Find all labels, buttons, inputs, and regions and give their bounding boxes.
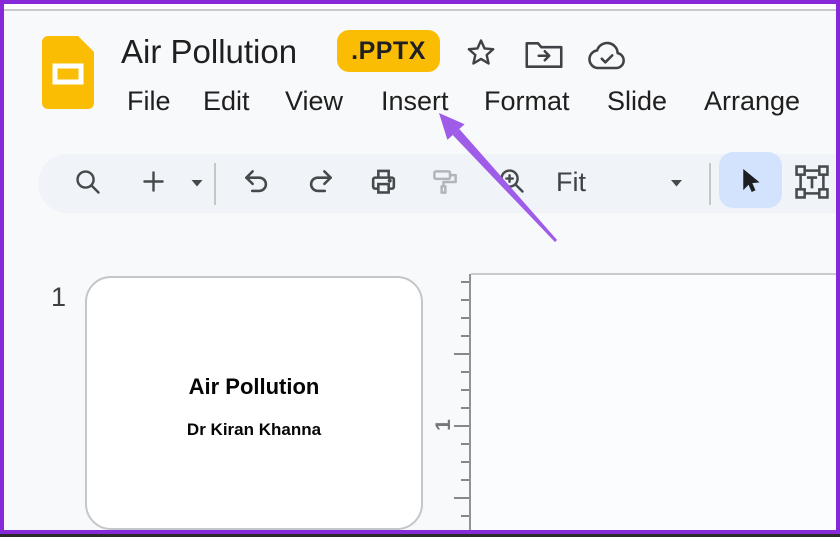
menu-file[interactable]: File [127,86,171,117]
ruler-minor-tick [461,389,469,391]
slide-number: 1 [51,282,66,313]
vertical-ruler-line [469,274,471,534]
menu-slide[interactable]: Slide [607,86,667,117]
paint-format-icon[interactable] [430,167,460,197]
move-to-folder-icon[interactable] [524,40,564,70]
zoom-in-icon[interactable] [496,165,527,196]
insert-plus-icon[interactable] [139,167,168,196]
redo-icon[interactable] [305,167,335,197]
ruler-major-tick [454,353,469,355]
menu-arrange[interactable]: Arrange [704,86,800,117]
undo-icon[interactable] [242,167,272,197]
ruler-label: 1 [432,419,456,431]
zoom-fit-select[interactable]: Fit [556,167,586,198]
slide-canvas[interactable] [471,273,836,534]
frame-right [836,0,840,537]
slides-app-icon[interactable] [42,36,94,109]
ruler-minor-tick [461,371,469,373]
menu-insert[interactable]: Insert [381,86,449,117]
print-icon[interactable] [368,166,399,197]
insert-dropdown-caret-icon[interactable] [190,178,204,188]
ruler-minor-tick [461,299,469,301]
menu-view[interactable]: View [285,86,343,117]
ruler-minor-tick [461,281,469,283]
document-title[interactable]: Air Pollution [121,33,297,71]
ruler-minor-tick [461,479,469,481]
ruler-major-tick [454,425,469,427]
select-cursor-icon [736,166,765,195]
zoom-dropdown-caret-icon[interactable] [669,178,684,188]
toolbar-divider [214,163,216,205]
ruler-minor-tick [461,335,469,337]
menu-edit[interactable]: Edit [203,86,250,117]
thumbnail-slide-subtitle: Dr Kiran Khanna [87,420,421,440]
thumbnail-slide-title: Air Pollution [87,374,421,400]
frame-left [0,0,4,537]
select-tool-active[interactable] [719,152,782,208]
ruler-major-tick [454,497,469,499]
ruler-minor-tick [461,407,469,409]
slide-thumbnail[interactable]: Air Pollution Dr Kiran Khanna [85,276,423,530]
top-divider-line [0,9,840,11]
google-slides-window: Air Pollution .PPTX File Edit View Inser… [0,0,840,537]
ruler-minor-tick [461,461,469,463]
frame-top [0,0,840,4]
ruler-minor-tick [461,515,469,517]
star-icon[interactable] [464,36,498,70]
text-box-icon[interactable] [793,163,831,201]
ruler-minor-tick [461,443,469,445]
ruler-minor-tick [461,317,469,319]
pptx-format-badge: .PPTX [337,30,440,72]
toolbar-divider [709,163,711,205]
cloud-check-icon[interactable] [586,41,628,71]
search-icon[interactable] [72,166,103,197]
menu-format[interactable]: Format [484,86,570,117]
